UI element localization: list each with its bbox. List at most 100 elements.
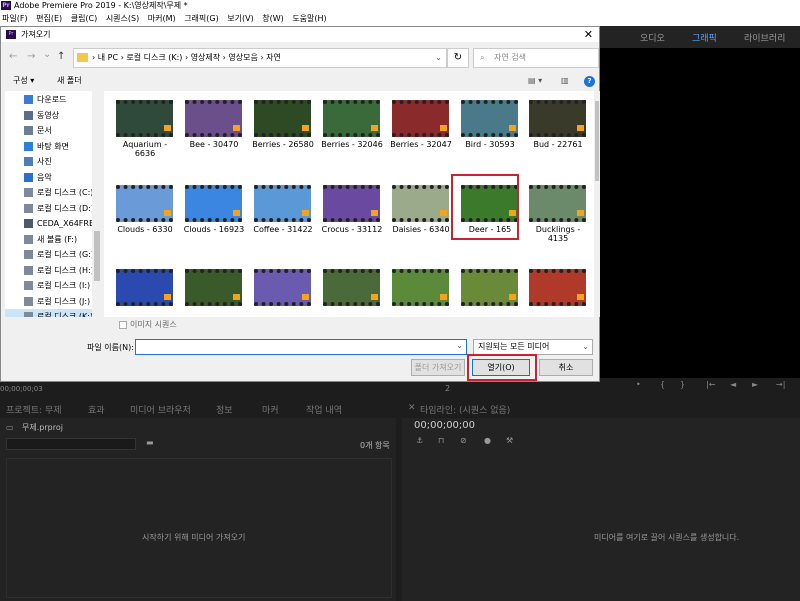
recent-locations-icon[interactable]: ⌄ [43, 49, 51, 60]
file-item[interactable] [525, 265, 591, 317]
sidebar-item[interactable]: 로컬 디스크 (I:) [5, 278, 95, 293]
add-marker-button[interactable]: • [636, 380, 641, 389]
file-item[interactable]: Berries - 32047 [388, 96, 454, 176]
file-item[interactable]: Bird - 30593 [457, 96, 523, 176]
file-scroll-thumb[interactable] [595, 101, 599, 181]
file-item[interactable] [181, 265, 247, 317]
file-item[interactable] [319, 265, 385, 317]
menu-help[interactable]: 도움말(H) [292, 14, 326, 23]
help-icon[interactable]: ? [584, 76, 595, 87]
image-sequence-checkbox[interactable]: 이미지 시퀀스 [119, 319, 177, 330]
file-item[interactable] [112, 265, 178, 317]
file-item[interactable] [250, 265, 316, 317]
checkbox-box[interactable] [119, 320, 127, 329]
sidebar-item[interactable]: 문서 [5, 123, 95, 138]
tab-audio[interactable]: 오디오 [640, 31, 665, 44]
menu-clip[interactable]: 클립(C) [71, 14, 98, 23]
tab-effects[interactable]: 효과 [88, 403, 105, 416]
project-drop-area[interactable] [6, 458, 392, 598]
new-bin-icon[interactable]: ▬ [146, 438, 154, 447]
menu-sequence[interactable]: 시퀀스(S) [106, 14, 139, 23]
file-type-filter[interactable]: 지원되는 모든 미디어 ⌄ [473, 339, 593, 355]
menu-edit[interactable]: 편집(E) [36, 14, 62, 23]
tab-libraries[interactable]: 라이브러리 [744, 31, 785, 44]
music-icon [24, 173, 33, 182]
new-folder-button[interactable]: 새 폴더 [57, 71, 82, 91]
drive-icon [24, 235, 33, 244]
sidebar-item[interactable]: 음악 [5, 170, 95, 185]
tab-timeline[interactable]: 타임라인: (시퀀스 없음) [420, 403, 510, 416]
file-item[interactable]: Aquarium - 6636 [112, 96, 178, 176]
import-folder-button[interactable]: 폴더 가져오기 [411, 359, 465, 376]
close-icon[interactable]: ✕ [584, 27, 593, 42]
file-item[interactable]: Bee - 30470 [181, 96, 247, 176]
file-item[interactable]: Clouds - 16923 [181, 181, 247, 261]
file-item[interactable] [388, 265, 454, 317]
tab-graphics[interactable]: 그래픽 [692, 31, 717, 44]
wrench-icon[interactable]: ⚒ [506, 436, 513, 445]
up-icon[interactable]: ↑ [57, 51, 65, 62]
sidebar-item[interactable]: 로컬 디스크 (H:) [5, 263, 95, 278]
file-item[interactable] [457, 265, 523, 317]
mark-out-button[interactable]: } [680, 380, 685, 389]
back-icon[interactable]: ← [9, 51, 17, 62]
project-search-input[interactable] [6, 438, 136, 450]
file-item[interactable]: Bud - 22761 [525, 96, 591, 176]
go-to-in-button[interactable]: |← [706, 380, 715, 389]
organize-button[interactable]: 구성 ▾ [13, 71, 34, 91]
preview-pane-icon[interactable]: ▥ [561, 71, 569, 91]
search-input[interactable]: ⌕ 자연 검색 [473, 48, 599, 68]
sidebar-item[interactable]: 로컬 디스크 (C:) [5, 185, 95, 200]
nav-scrollbar[interactable] [92, 91, 102, 317]
close-icon[interactable]: ✕ [408, 403, 416, 413]
sidebar-item[interactable]: 로컬 디스크 (J:) [5, 294, 95, 309]
tab-history[interactable]: 작업 내역 [306, 403, 342, 416]
sidebar-item[interactable]: 바탕 화면 [5, 139, 95, 154]
sidebar-item[interactable]: 로컬 디스크 (K:) [5, 309, 95, 317]
file-item[interactable]: Berries - 26580 [250, 96, 316, 176]
sidebar-item[interactable]: 새 볼륨 (F:) [5, 232, 95, 247]
tab-info[interactable]: 정보 [216, 403, 233, 416]
filename-input[interactable]: ⌄ [135, 339, 467, 355]
address-bar[interactable]: › 내 PC › 로컬 디스크 (K:) › 영상제작 › 영상모음 › 자연 … [73, 48, 447, 68]
chevron-down-icon[interactable]: ⌄ [456, 341, 463, 350]
menu-marker[interactable]: 마커(M) [148, 14, 176, 23]
forward-icon[interactable]: → [27, 51, 35, 62]
file-item[interactable]: Crocus - 33112 [319, 181, 385, 261]
sidebar-item[interactable]: 동영상 [5, 108, 95, 123]
step-back-button[interactable]: ◄ [730, 380, 736, 389]
nest-icon[interactable]: ⚓ [416, 436, 423, 445]
mark-in-button[interactable]: { [660, 380, 665, 389]
cancel-button[interactable]: 취소 [539, 359, 593, 376]
open-button-highlight [467, 354, 537, 381]
navigation-pane: 다운로드 동영상 문서 바탕 화면 사진 음악 로컬 디스크 (C:) 로컬 디스크 (D:)… [5, 91, 102, 317]
address-dropdown-icon[interactable]: ⌄ [435, 49, 442, 67]
linked-selection-icon[interactable]: ⊘ [460, 436, 467, 445]
file-item[interactable]: Berries - 32046 [319, 96, 385, 176]
snap-icon[interactable]: ⊓ [438, 436, 444, 445]
file-item[interactable]: Clouds - 6330 [112, 181, 178, 261]
tab-project[interactable]: 프로젝트: 무제 [6, 403, 62, 416]
file-item[interactable]: Coffee - 31422 [250, 181, 316, 261]
refresh-button[interactable]: ↻ [447, 48, 469, 68]
view-options-icon[interactable]: ▤ ▾ [528, 71, 542, 91]
menu-window[interactable]: 창(W) [262, 14, 284, 23]
file-scrollbar[interactable] [594, 91, 600, 317]
menu-file[interactable]: 파일(F) [2, 14, 28, 23]
go-to-out-button[interactable]: →| [776, 380, 785, 389]
file-item[interactable]: Ducklings - 4135 [525, 181, 591, 261]
menu-graphics[interactable]: 그래픽(G) [184, 14, 219, 23]
menu-view[interactable]: 보기(V) [227, 14, 253, 23]
sidebar-item[interactable]: 로컬 디스크 (D:) [5, 201, 95, 216]
tab-media-browser[interactable]: 미디어 브라우저 [130, 403, 191, 416]
sidebar-item[interactable]: 로컬 디스크 (G:) [5, 247, 95, 262]
sidebar-item[interactable]: 다운로드 [5, 92, 95, 107]
nav-scroll-thumb[interactable] [94, 231, 100, 281]
play-button[interactable]: ► [752, 380, 758, 389]
video-thumbnail [254, 185, 311, 222]
sidebar-item[interactable]: CEDA_X64FREV_ [5, 216, 102, 231]
file-item[interactable]: Daisies - 6340 [388, 181, 454, 261]
tab-markers[interactable]: 마커 [262, 403, 279, 416]
add-marker-icon[interactable]: ● [484, 436, 491, 445]
sidebar-item[interactable]: 사진 [5, 154, 95, 169]
